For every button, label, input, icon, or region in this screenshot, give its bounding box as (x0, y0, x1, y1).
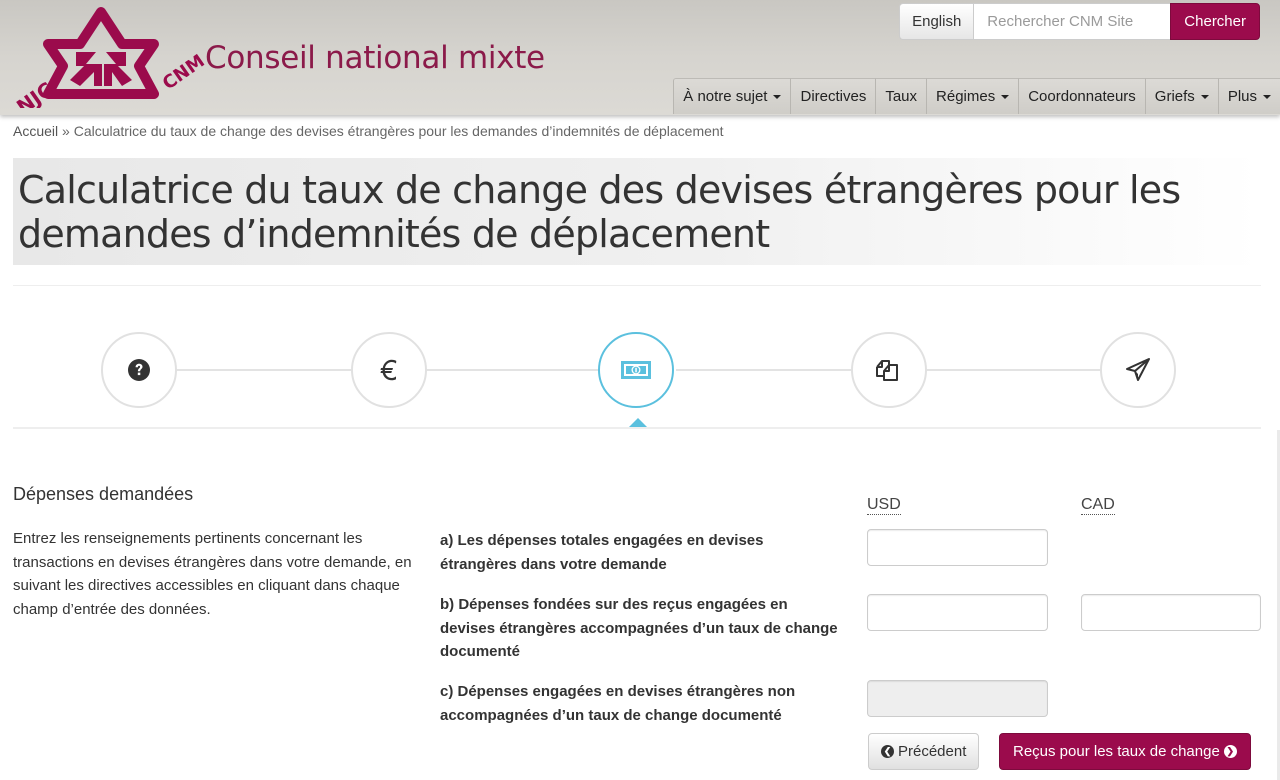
breadcrumb: Accueil » Calculatrice du taux de change… (13, 123, 724, 139)
nav-item-label: Coordonnateurs (1028, 88, 1136, 105)
page-title: Calculatrice du taux de change des devis… (18, 168, 1181, 256)
question-circle-icon (128, 359, 150, 381)
breadcrumb-current: Calculatrice du taux de change des devis… (73, 123, 724, 139)
row-a-label: a) Les dépenses totales engagées en devi… (440, 532, 764, 573)
nav-item-taux[interactable]: Taux (875, 78, 927, 114)
language-toggle-button[interactable]: English (899, 3, 974, 40)
nav-item-label: À notre sujet (683, 88, 768, 105)
step-connector (676, 369, 852, 371)
arrow-circle-left-icon: ❮ (881, 745, 894, 758)
cad-column-header: CAD (1081, 496, 1115, 515)
caret-down-icon (1263, 94, 1271, 99)
row-c-usd-input (867, 680, 1048, 717)
paper-plane-icon (1126, 358, 1150, 381)
row-b-label: b) Dépenses fondées sur des reçus engagé… (440, 596, 838, 660)
step-progress (0, 330, 1280, 410)
page-title-container: Calculatrice du taux de change des devis… (13, 158, 1261, 265)
step-5-submit[interactable] (1100, 332, 1176, 408)
main-nav: À notre sujet Directives Taux Régimes Co… (673, 78, 1280, 114)
nav-item-griefs[interactable]: Griefs (1144, 78, 1218, 114)
step-connector (176, 369, 352, 371)
logo-cnm-text: CNM (159, 51, 209, 95)
step-3-expenses[interactable] (598, 332, 674, 408)
caret-down-icon (1200, 94, 1209, 99)
row-c-label: c) Dépenses engagées en devises étrangèr… (440, 683, 796, 724)
nav-item-coordonnateurs[interactable]: Coordonnateurs (1018, 78, 1145, 114)
step-connector (926, 369, 1102, 371)
nav-item-directives[interactable]: Directives (790, 78, 876, 114)
top-tools: English Chercher (899, 3, 1260, 40)
euro-icon (380, 359, 397, 381)
site-title[interactable]: Conseil national mixte (205, 40, 545, 76)
step-1-instructions[interactable] (101, 332, 177, 408)
row-a-usd-input[interactable] (867, 529, 1048, 566)
previous-button-label: Précédent (898, 743, 967, 760)
usd-column-header: USD (867, 496, 901, 515)
nav-item-label: Taux (885, 88, 918, 105)
next-button[interactable]: Reçus pour les taux de change ❯ (999, 733, 1251, 770)
breadcrumb-separator: » (62, 123, 70, 139)
njc-cnm-logo[interactable]: NJC CNM (4, 4, 214, 108)
banknote-icon (621, 361, 651, 379)
step-2-currency[interactable] (351, 332, 427, 408)
nav-item-a-notre-sujet[interactable]: À notre sujet (673, 78, 791, 114)
search-input[interactable] (973, 3, 1171, 40)
caret-down-icon (773, 94, 782, 99)
section-description: Entrez les renseignements pertinents con… (13, 530, 412, 618)
row-b-cad-input[interactable] (1081, 594, 1261, 631)
divider (13, 285, 1261, 286)
nav-item-label: Directives (800, 88, 867, 105)
arrow-circle-right-icon: ❯ (1223, 745, 1237, 758)
nav-item-regimes[interactable]: Régimes (926, 78, 1019, 114)
previous-button[interactable]: ❮ Précédent (868, 733, 980, 770)
search-button[interactable]: Chercher (1170, 3, 1260, 40)
nav-item-label: Régimes (936, 88, 996, 105)
next-button-label: Reçus pour les taux de change (1013, 743, 1220, 760)
nav-item-label: Griefs (1154, 88, 1195, 105)
copy-documents-icon (876, 360, 898, 381)
caret-down-icon (1001, 94, 1010, 99)
divider (13, 427, 1261, 429)
step-connector (426, 369, 600, 371)
nav-item-plus[interactable]: Plus (1217, 78, 1280, 114)
row-b-usd-input[interactable] (867, 594, 1048, 631)
nav-item-label: Plus (1227, 88, 1257, 105)
step-4-receipts[interactable] (851, 332, 927, 408)
site-header: NJC CNM Conseil national mixte English C… (0, 0, 1280, 115)
section-title: Dépenses demandées (13, 484, 194, 504)
breadcrumb-home-link[interactable]: Accueil (13, 123, 58, 139)
